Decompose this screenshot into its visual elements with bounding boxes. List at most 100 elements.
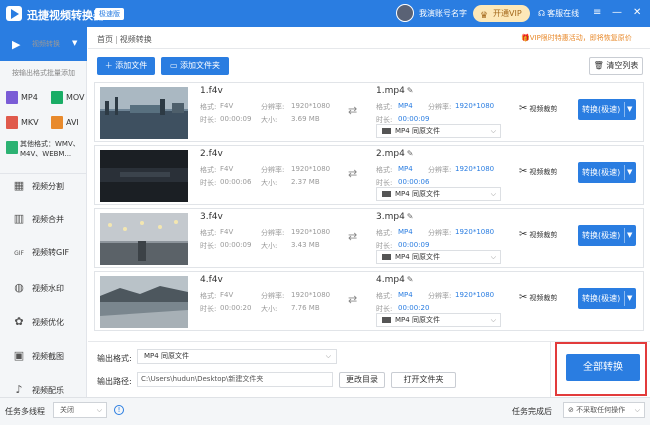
source-size: 2.37 MB bbox=[291, 178, 320, 186]
output-path-field[interactable]: C:\Users\hudun\Desktop\新建文件夹 bbox=[137, 372, 333, 387]
shuffle-arrow-icon: ⇄ bbox=[348, 293, 358, 306]
sidebar-item-split[interactable]: ▦ 视频分割 bbox=[12, 179, 64, 192]
sidebar-item-watermark[interactable]: ◍ 视频水印 bbox=[12, 281, 64, 294]
output-path-label: 输出路径: bbox=[97, 377, 132, 386]
optimize-icon: ✿ bbox=[14, 315, 24, 328]
chevron-down-icon: ⌵ bbox=[490, 190, 496, 198]
add-folder-button[interactable]: ▭ 添加文件夹 bbox=[161, 57, 229, 75]
output-duration: 00:00:20 bbox=[398, 304, 430, 312]
promo-notice[interactable]: 🎁VIP限时特惠活动，即将恢复原价 bbox=[521, 33, 632, 43]
chevron-down-icon: ⌵ bbox=[96, 406, 102, 414]
shuffle-arrow-icon: ⇄ bbox=[348, 167, 358, 180]
customer-service[interactable]: ☊ 客服在线 bbox=[538, 8, 579, 19]
change-directory-button[interactable]: 更改目录 bbox=[339, 372, 385, 388]
info-icon[interactable]: ! bbox=[114, 405, 124, 415]
sidebar-item-gif[interactable]: GIF 视频转GIF bbox=[12, 247, 69, 258]
shuffle-arrow-icon: ⇄ bbox=[348, 104, 358, 117]
format-mp4[interactable]: MP4 bbox=[6, 91, 38, 104]
chevron-down-icon[interactable]: ▼ bbox=[627, 162, 632, 183]
video-thumbnail[interactable] bbox=[100, 150, 188, 202]
highlight-box bbox=[555, 342, 647, 396]
output-format: MP4 bbox=[398, 228, 413, 236]
output-file-name[interactable]: 3.mp4 ✎ bbox=[376, 212, 414, 222]
user-name[interactable]: 我演账号名字 bbox=[419, 8, 467, 19]
scissors-icon: ✂ bbox=[519, 166, 528, 177]
chevron-down-icon: ⌵ bbox=[325, 352, 331, 360]
video-thumbnail[interactable] bbox=[100, 87, 188, 139]
plus-icon: ＋ bbox=[104, 61, 116, 70]
mp4-file-icon bbox=[6, 91, 18, 104]
clear-list-button[interactable]: 🗑 清空列表 bbox=[589, 57, 643, 75]
after-complete-label: 任务完成后 bbox=[512, 407, 552, 416]
output-duration: 00:00:06 bbox=[398, 178, 430, 186]
edit-pencil-icon[interactable]: ✎ bbox=[407, 86, 414, 95]
sidebar-item-music[interactable]: ♪ 视频配乐 bbox=[12, 383, 64, 396]
convert-button[interactable]: 转换(极速) ▼ bbox=[578, 225, 636, 246]
source-format: F4V bbox=[220, 291, 234, 299]
open-folder-button[interactable]: 打开文件夹 bbox=[391, 372, 456, 388]
vip-button[interactable]: ♛ 开通VIP bbox=[473, 5, 530, 22]
headset-icon: ☊ bbox=[538, 9, 546, 18]
panel-divider bbox=[550, 341, 551, 397]
sidebar-item-merge[interactable]: ▥ 视频合并 bbox=[12, 212, 64, 225]
file-row: 1.f4v 格式: F4V 分辨率: 1920*1080 时长: 00:00:09 大… bbox=[94, 82, 644, 142]
sidebar-item-label: 视频转换 bbox=[32, 40, 60, 48]
convert-button[interactable]: 转换(极速) ▼ bbox=[578, 162, 636, 183]
source-resolution: 1920*1080 bbox=[291, 165, 331, 173]
output-resolution: 1920*1080 bbox=[455, 291, 495, 299]
chevron-down-icon[interactable]: ▼ bbox=[627, 99, 632, 120]
menu-icon[interactable]: ≡ bbox=[593, 6, 601, 20]
after-complete-select[interactable]: ⊘ 不采取任何操作 ⌵ bbox=[563, 402, 645, 418]
mkv-file-icon bbox=[6, 116, 18, 129]
sidebar-item-optimize[interactable]: ✿ 视频优化 bbox=[12, 315, 64, 328]
avatar[interactable] bbox=[396, 4, 414, 22]
output-file-name[interactable]: 2.mp4 ✎ bbox=[376, 149, 414, 159]
output-format-select[interactable]: MP4 同原文件 ⌵ bbox=[376, 313, 501, 327]
gift-icon: 🎁 bbox=[521, 34, 530, 42]
multithread-select[interactable]: 关闭 ⌵ bbox=[53, 402, 107, 418]
video-clip-button[interactable]: ✂ 视频裁剪 bbox=[519, 166, 557, 177]
chevron-down-icon: ⌵ bbox=[490, 316, 496, 324]
edit-pencil-icon[interactable]: ✎ bbox=[407, 212, 414, 221]
block-icon: ⊘ bbox=[568, 406, 577, 414]
output-file-name[interactable]: 1.mp4 ✎ bbox=[376, 86, 414, 96]
output-format: MP4 bbox=[398, 102, 413, 110]
sidebar-item-screenshot[interactable]: ▣ 视频截图 bbox=[12, 349, 64, 362]
video-clip-button[interactable]: ✂ 视频裁剪 bbox=[519, 292, 557, 303]
convert-button[interactable]: 转换(极速) ▼ bbox=[578, 288, 636, 309]
format-other[interactable]: 其他格式：WMV、 M4V、WEBM... bbox=[6, 139, 80, 159]
breadcrumb-home[interactable]: 首页 bbox=[97, 35, 113, 44]
output-format-select[interactable]: MP4 同原文件 ⌵ bbox=[376, 124, 501, 138]
scissors-icon: ✂ bbox=[519, 103, 528, 114]
source-file-name: 3.f4v bbox=[200, 212, 223, 222]
video-thumbnail[interactable] bbox=[100, 213, 188, 265]
format-avi[interactable]: AVI bbox=[51, 116, 79, 129]
edit-pencil-icon[interactable]: ✎ bbox=[407, 149, 414, 158]
minimize-icon[interactable]: — bbox=[612, 6, 622, 20]
output-format-select[interactable]: MP4 同原文件 ⌵ bbox=[376, 250, 501, 264]
folder-icon: ▭ bbox=[169, 61, 181, 70]
output-file-name[interactable]: 4.mp4 ✎ bbox=[376, 275, 414, 285]
output-format-select[interactable]: MP4 同原文件 ⌵ bbox=[137, 349, 337, 364]
mov-file-icon bbox=[51, 91, 63, 104]
output-format-select[interactable]: MP4 同原文件 ⌵ bbox=[376, 187, 501, 201]
video-camera-icon bbox=[382, 317, 391, 323]
add-file-button[interactable]: ＋ 添加文件 bbox=[97, 57, 155, 75]
convert-button[interactable]: 转换(极速) ▼ bbox=[578, 99, 636, 120]
chevron-down-icon[interactable]: ▼ bbox=[627, 288, 632, 309]
music-icon: ♪ bbox=[15, 383, 23, 396]
source-duration: 00:00:06 bbox=[220, 178, 252, 186]
close-icon[interactable]: ✕ bbox=[633, 6, 641, 20]
chevron-down-icon[interactable]: ▼ bbox=[627, 225, 632, 246]
source-format: F4V bbox=[220, 102, 234, 110]
video-clip-button[interactable]: ✂ 视频裁剪 bbox=[519, 103, 557, 114]
edit-pencil-icon[interactable]: ✎ bbox=[407, 275, 414, 284]
sidebar-item-video-convert[interactable]: ▶ 视频转换 ▼ bbox=[0, 27, 87, 61]
video-clip-button[interactable]: ✂ 视频裁剪 bbox=[519, 229, 557, 240]
format-mov[interactable]: MOV bbox=[51, 91, 85, 104]
file-row: 2.f4v 格式: F4V 分辨率: 1920*1080 时长: 00:00:06 大… bbox=[94, 145, 644, 205]
format-mkv[interactable]: MKV bbox=[6, 116, 39, 129]
video-thumbnail[interactable] bbox=[100, 276, 188, 328]
source-size: 7.76 MB bbox=[291, 304, 320, 312]
chevron-down-icon: ⌵ bbox=[490, 127, 496, 135]
